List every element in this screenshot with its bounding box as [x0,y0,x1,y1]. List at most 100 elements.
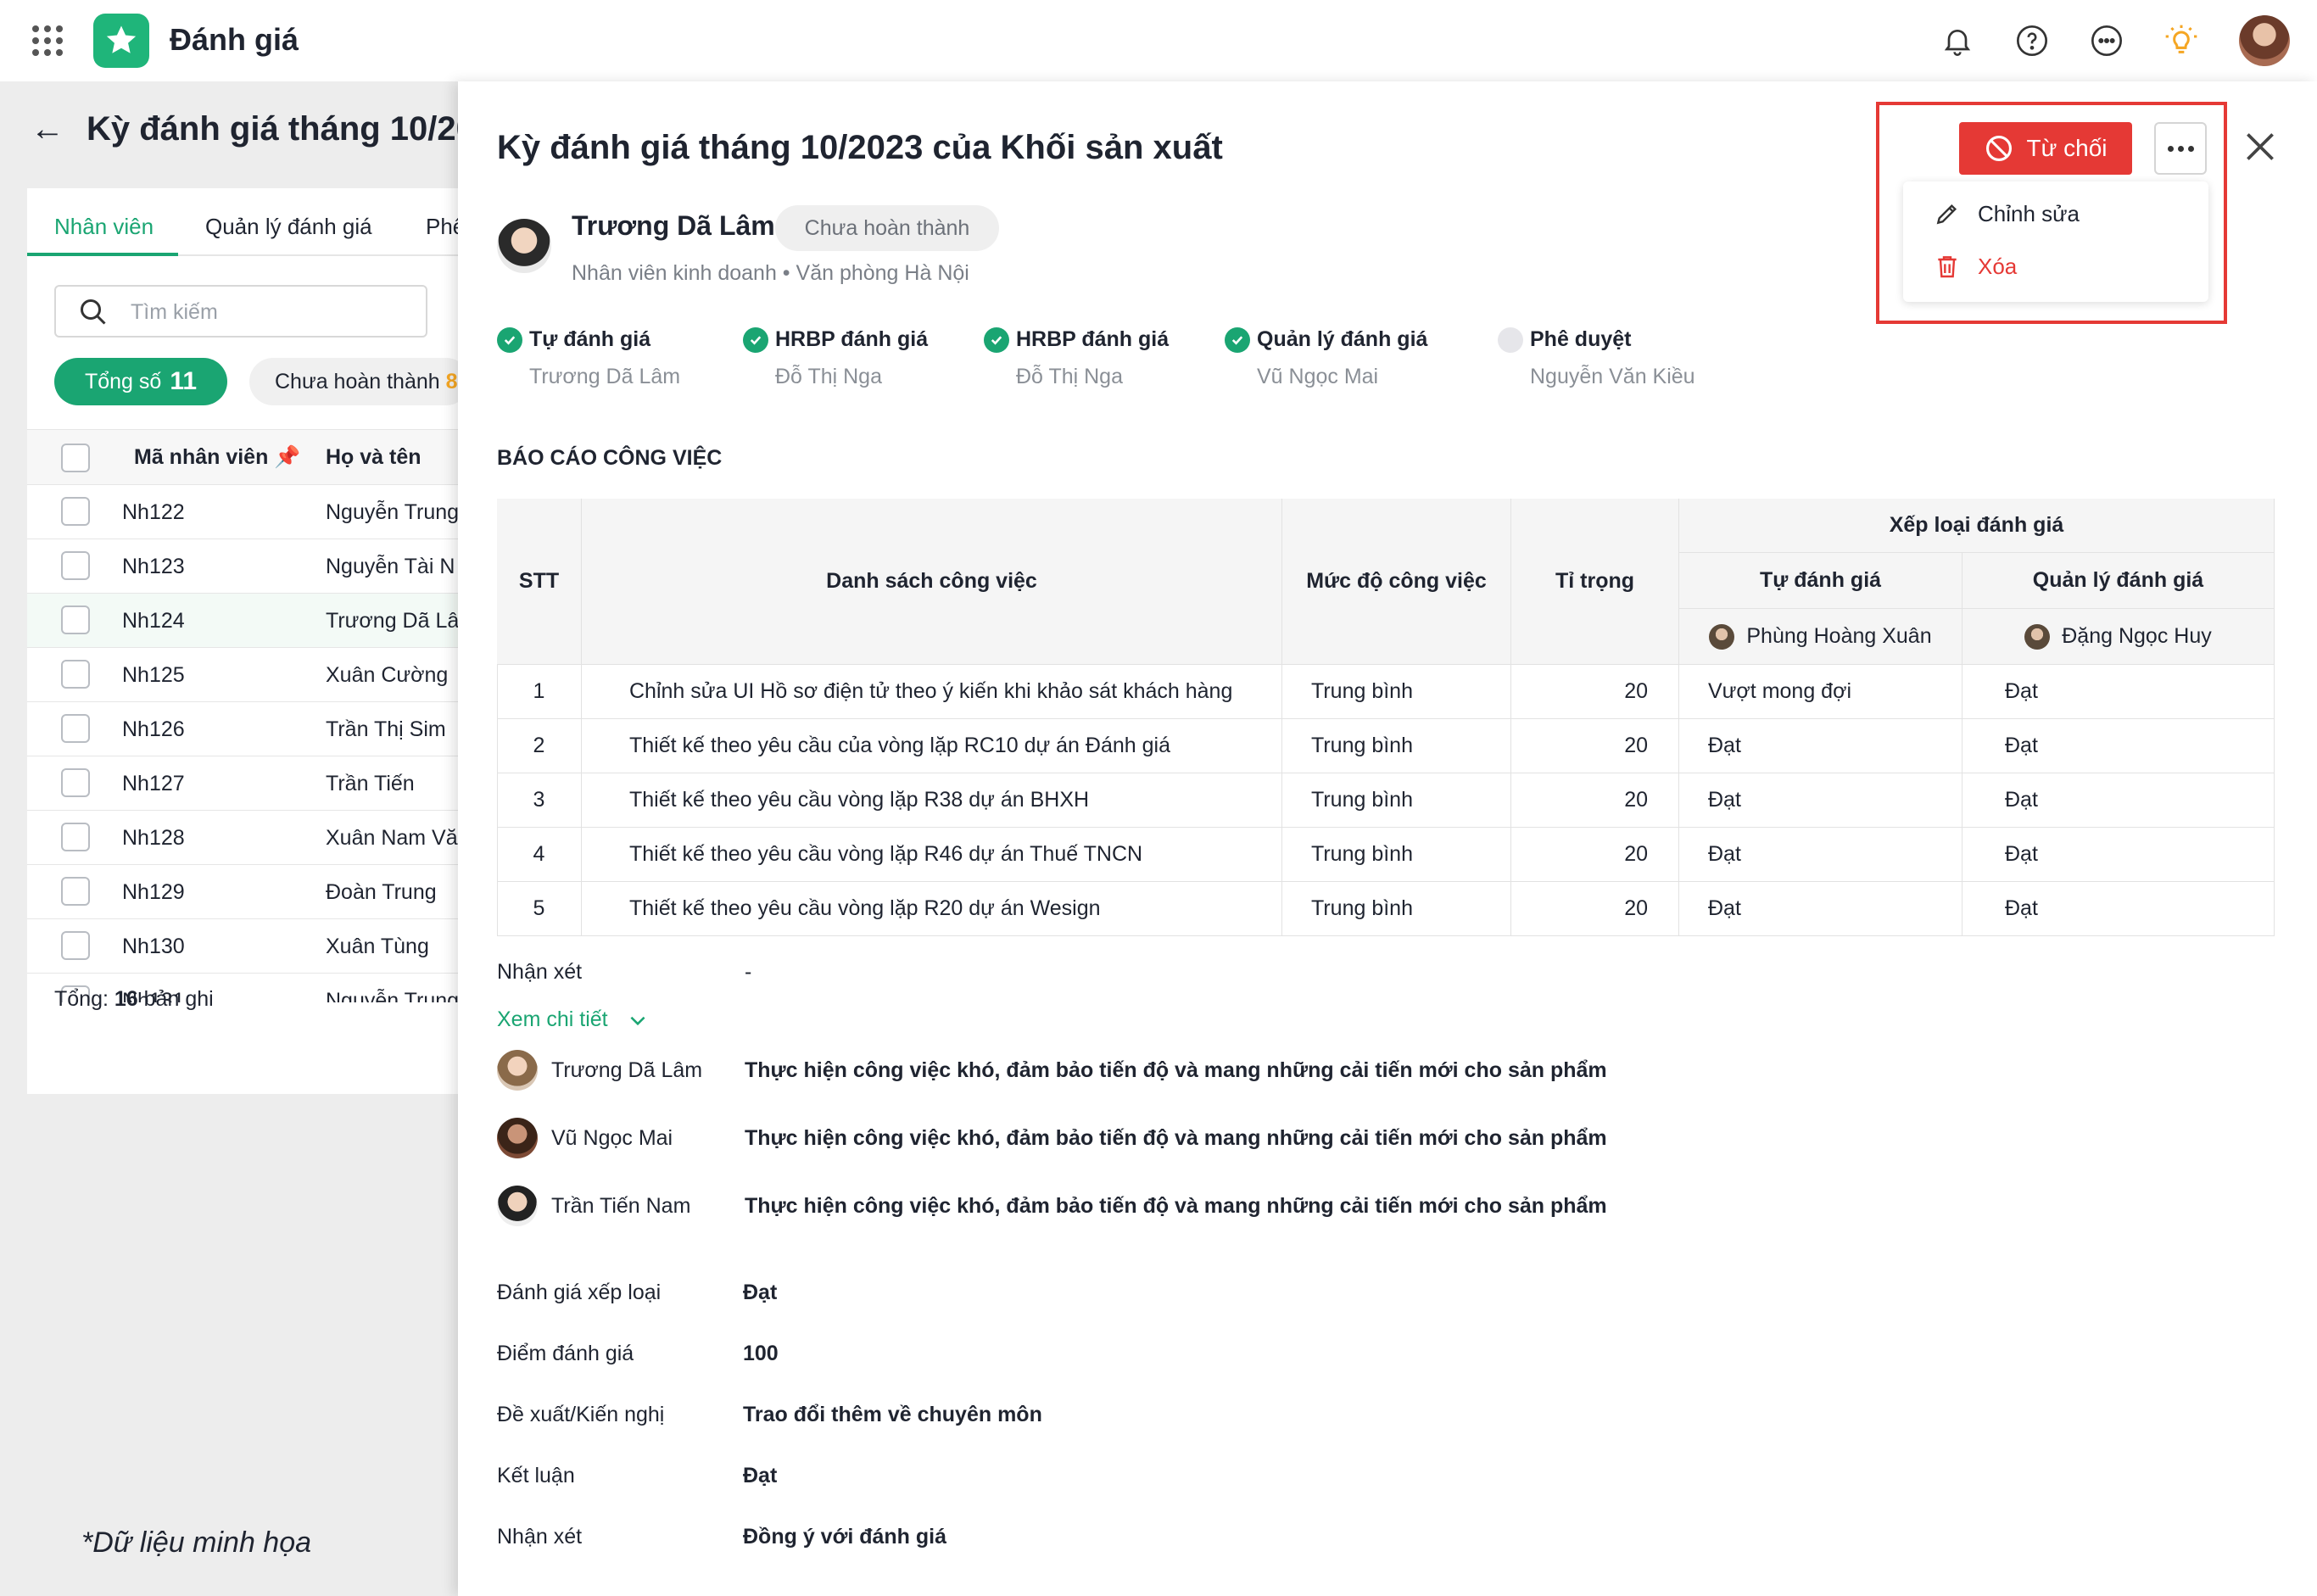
page-title: Kỳ đánh giá tháng 10/20 [87,110,475,148]
row-checkbox[interactable] [61,714,90,743]
table-cell-manager: Đạt [1962,665,2275,719]
table-row[interactable]: Nh128 Xuân Nam Vă [27,811,458,865]
total-count: 11 [170,367,198,395]
lightbulb-icon[interactable] [2163,22,2200,59]
employee-name-cell: Trần Thị Sim [326,717,446,741]
status-badge: Chưa hoàn thành [775,205,999,251]
pending-label: Chưa hoàn thành [275,369,440,393]
row-checkbox[interactable] [61,768,90,797]
th-stt: STT [497,499,582,665]
th-self-person: Phùng Hoàng Xuân [1679,609,1962,665]
total-label: Tổng số [84,369,162,393]
select-all-checkbox[interactable] [61,444,90,472]
pending-circle-icon [1498,327,1523,353]
avatar [497,1118,538,1158]
employee-name-cell: Xuân Tùng [326,935,429,958]
th-weight: Tỉ trọng [1511,499,1679,665]
step-title: HRBP đánh giá [775,327,929,351]
table-row[interactable]: Nh125 Xuân Cường [27,648,458,702]
table-row[interactable]: Nh129 Đoàn Trung [27,865,458,919]
app-title: Đánh giá [170,22,299,57]
search-icon [81,299,106,325]
table-cell-manager: Đạt [1962,828,2275,882]
search-input[interactable]: Tìm kiếm [131,300,218,325]
table-row[interactable]: Nh127 Trần Tiến [27,756,458,811]
check-icon [743,327,768,353]
page-header: ← Kỳ đánh giá tháng 10/20 [31,110,475,148]
row-checkbox[interactable] [61,877,90,906]
list-footer: Tổng: 16 bản ghi [27,987,458,1094]
user-avatar[interactable] [2239,15,2290,66]
avatar [497,1050,538,1091]
table-cell-level: Trung bình [1282,665,1511,719]
table-row[interactable]: Nh130 Xuân Tùng [27,919,458,974]
pin-icon[interactable]: 📌 [274,445,300,469]
row-checkbox[interactable] [61,551,90,580]
table-row[interactable]: Nh124 Trương Dã Lâ [27,594,460,648]
filter-pending-pill[interactable]: Chưa hoàn thành 8 [249,358,470,405]
row-checkbox[interactable] [61,605,90,634]
avatar [1709,623,1735,650]
th-manager-person: Đặng Ngọc Huy [1962,609,2275,665]
section-title: BÁO CÁO CÔNG VIỆC [497,446,723,470]
commenter-name: Trần Tiến Nam [551,1194,691,1218]
chat-icon[interactable] [2088,22,2125,59]
apps-grid-icon[interactable] [32,25,63,56]
active-tab-indicator [27,253,178,256]
col-name-header: Họ và tên [326,445,422,469]
table-cell-stt: 3 [497,773,582,828]
table-cell-weight: 20 [1511,773,1679,828]
help-icon[interactable] [2013,22,2051,59]
list-header: Mã nhân viên 📌 Họ và tên [27,429,458,485]
row-checkbox[interactable] [61,497,90,526]
table-cell-weight: 20 [1511,828,1679,882]
employee-code: Nh126 [122,717,185,741]
table-cell-task: Thiết kế theo yêu cầu vòng lặp R46 dự án… [582,828,1282,882]
col-code-header: Mã nhân viên 📌 [134,445,301,469]
table-cell-stt: 4 [497,828,582,882]
summary-conclusion-label: Kết luận [497,1464,575,1487]
employee-code: Nh130 [122,935,185,958]
summary-conclusion-value: Đạt [743,1464,778,1487]
search-box[interactable]: Tìm kiếm [54,285,427,338]
table-cell-weight: 20 [1511,719,1679,773]
table-cell-stt: 5 [497,882,582,936]
drawer-title: Kỳ đánh giá tháng 10/2023 của Khối sản x… [497,129,1223,166]
view-detail-link[interactable]: Xem chi tiết [497,1007,649,1032]
employee-code: Nh129 [122,880,185,904]
table-cell-level: Trung bình [1282,773,1511,828]
step-title: Phê duyệt [1530,327,1632,351]
table-row[interactable]: Nh122 Nguyễn Trung [27,485,460,539]
table-row[interactable]: Nh123 Nguyễn Tài N [27,539,458,594]
th-self: Tự đánh giá [1679,553,1962,609]
employee-code: Nh128 [122,826,185,850]
table-cell-manager: Đạt [1962,882,2275,936]
employee-name-cell: Trương Dã Lâ [326,609,460,633]
th-rating: Xếp loại đánh giá [1679,499,2275,553]
row-checkbox[interactable] [61,660,90,689]
step-title: HRBP đánh giá [1016,327,1170,351]
row-checkbox[interactable] [61,823,90,851]
row-checkbox[interactable] [61,931,90,960]
tab-review-management[interactable]: Quản lý đánh giá [205,214,372,240]
avatar [2024,623,2051,650]
filter-total-pill[interactable]: Tổng số 11 [54,358,227,405]
app-logo-icon [93,14,149,68]
table-cell-stt: 2 [497,719,582,773]
record-count: Tổng: 16 bản ghi [54,987,214,1011]
step-person: Đỗ Thị Nga [1016,365,1123,388]
summary-comment-label: Nhận xét [497,1525,583,1549]
table-cell-task: Thiết kế theo yêu cầu của vòng lặp RC10 … [582,719,1282,773]
summary-rating-value: Đạt [743,1281,778,1304]
employee-name-cell: Nguyễn Trung [326,500,460,524]
pending-count: 8 [445,369,458,393]
th-task: Danh sách công việc [582,499,1282,665]
tab-employees[interactable]: Nhân viên [54,214,154,240]
bell-icon[interactable] [1939,22,1976,59]
check-icon [497,327,522,353]
employee-subtitle: Nhân viên kinh doanh • Văn phòng Hà Nội [572,261,969,285]
table-row[interactable]: Nh126 Trần Thị Sim [27,702,458,756]
close-icon[interactable] [2239,126,2281,168]
back-arrow-icon[interactable]: ← [31,110,64,148]
summary-score-value: 100 [743,1342,779,1365]
